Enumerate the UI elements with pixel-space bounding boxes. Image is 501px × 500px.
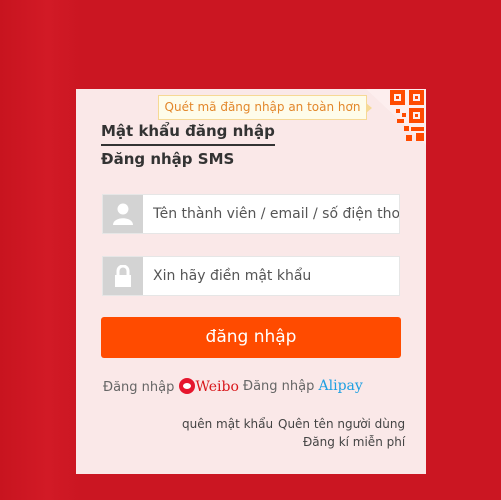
username-input[interactable]: Tên thành viên / email / số điện thoại <box>153 195 399 233</box>
weibo-login-prefix: Đăng nhập <box>103 380 175 395</box>
lock-icon <box>103 257 143 295</box>
password-field[interactable]: Xin hãy điền mật khẩu <box>102 256 400 296</box>
username-field[interactable]: Tên thành viên / email / số điện thoại <box>102 194 400 234</box>
weibo-login-link[interactable]: Đăng nhập Weibo <box>103 378 239 395</box>
alipay-login-prefix: Đăng nhập <box>243 379 315 394</box>
forgot-password-link[interactable]: quên mật khẩu <box>182 417 273 431</box>
alipay-logo-text: Alipay <box>318 378 363 394</box>
background-shade <box>0 0 80 500</box>
login-panel: Quét mã đăng nhập an toàn hơn Mật khẩu đ… <box>76 89 426 474</box>
login-button[interactable]: đăng nhập <box>101 317 401 358</box>
tab-password-login[interactable]: Mật khẩu đăng nhập <box>101 122 275 146</box>
qr-code-icon[interactable] <box>366 89 426 145</box>
password-input[interactable]: Xin hãy điền mật khẩu <box>153 257 399 295</box>
weibo-icon <box>178 378 195 394</box>
register-link[interactable]: Đăng kí miễn phí <box>303 435 405 449</box>
forgot-username-link[interactable]: Quên tên người dùng <box>278 417 405 431</box>
alipay-login-link[interactable]: Đăng nhập Alipay <box>243 378 363 394</box>
tab-sms-login[interactable]: Đăng nhập SMS <box>101 150 234 168</box>
weibo-logo-text: Weibo <box>195 379 239 395</box>
user-icon <box>103 195 143 233</box>
qr-login-tip: Quét mã đăng nhập an toàn hơn <box>158 95 372 120</box>
